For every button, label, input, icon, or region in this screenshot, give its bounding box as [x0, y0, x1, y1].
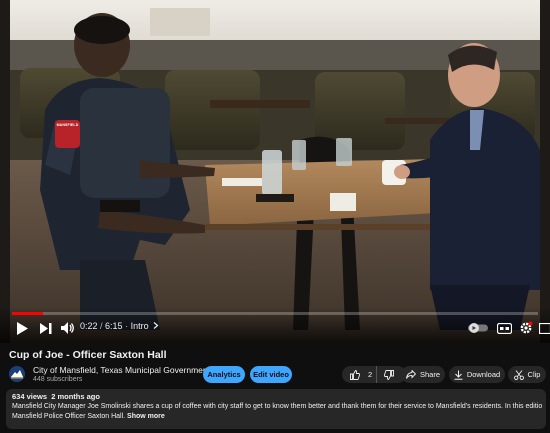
settings-icon: [520, 321, 533, 334]
view-count: 634 views: [12, 392, 48, 401]
download-icon: [454, 370, 463, 380]
subtitles-icon: [496, 322, 512, 334]
miniplayer-icon: [539, 322, 550, 334]
play-icon: [17, 321, 28, 335]
play-button[interactable]: [14, 319, 30, 337]
share-button[interactable]: Share: [401, 366, 445, 383]
scissors-icon: [513, 369, 524, 380]
description-line-1: Mansfield City Manager Joe Smolinski sha…: [12, 403, 542, 410]
player-controls: 0:22 / 6:15 · Intro: [0, 307, 550, 343]
time-current: 0:22: [80, 321, 98, 331]
upload-age: 2 months ago: [51, 392, 100, 401]
description-line-2: Mansfield Police Officer Saxton Hall.: [12, 412, 126, 420]
subtitles-button[interactable]: [495, 319, 513, 337]
chapter-title[interactable]: Intro: [131, 321, 149, 331]
edit-video-button[interactable]: Edit video: [250, 366, 292, 383]
share-icon: [406, 370, 416, 379]
thumbs-up-icon: [350, 369, 360, 380]
progress-fill: [12, 312, 44, 315]
volume-button[interactable]: [60, 319, 76, 337]
autoplay-toggle-icon: [468, 323, 488, 333]
police-patch: MANSFIELD: [56, 123, 79, 127]
progress-bar[interactable]: [12, 312, 538, 315]
time-display: 0:22 / 6:15 · Intro: [80, 321, 159, 331]
download-label: Download: [466, 370, 501, 379]
download-button[interactable]: Download: [449, 366, 505, 383]
like-dislike-group: 2: [342, 366, 406, 383]
miniplayer-button[interactable]: [538, 319, 550, 337]
chevron-right-icon: [153, 322, 159, 329]
autoplay-toggle[interactable]: [467, 319, 489, 337]
subscriber-count: 448 subscribers: [33, 376, 83, 383]
video-stats: 634 views 2 months ago: [12, 392, 100, 401]
analytics-button[interactable]: Analytics: [203, 366, 245, 383]
clip-label: Clip: [527, 370, 541, 379]
next-button[interactable]: [38, 319, 54, 337]
channel-avatar[interactable]: [9, 366, 25, 382]
video-frame: [0, 0, 550, 343]
thumbs-down-icon: [384, 369, 394, 380]
next-icon: [40, 322, 52, 334]
share-label: Share: [419, 370, 440, 379]
show-more-link[interactable]: Show more: [127, 413, 165, 420]
clip-button[interactable]: Clip: [508, 366, 546, 383]
description-box[interactable]: 634 views 2 months ago Mansfield City Ma…: [6, 389, 546, 429]
city-logo-icon: [9, 366, 25, 382]
channel-name[interactable]: City of Mansfield, Texas Municipal Gover…: [33, 365, 210, 375]
time-total: 6:15: [105, 321, 123, 331]
description-text: Mansfield City Manager Joe Smolinski sha…: [12, 402, 542, 424]
video-player[interactable]: 0:22 / 6:15 · Intro: [0, 0, 550, 343]
settings-button[interactable]: [517, 319, 535, 337]
like-count: 2: [368, 370, 373, 379]
volume-icon: [61, 322, 74, 334]
video-title: Cup of Joe - Officer Saxton Hall: [9, 349, 167, 361]
like-button[interactable]: 2: [342, 366, 377, 383]
